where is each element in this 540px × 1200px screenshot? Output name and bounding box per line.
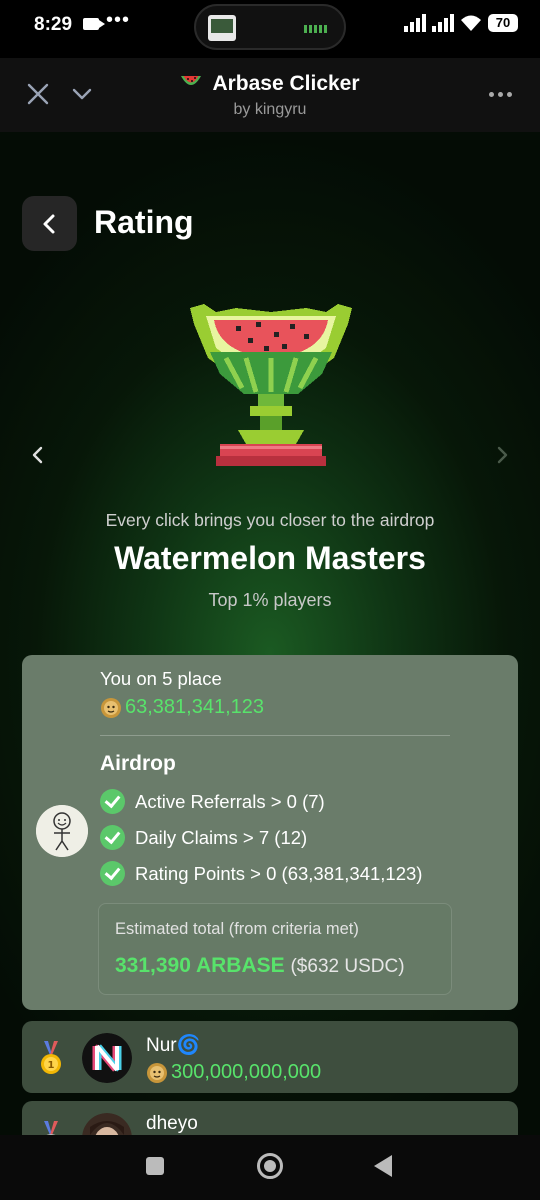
status-bar: 8:29 ••• 70: [0, 0, 540, 50]
divider: [100, 735, 450, 736]
criteria-label: Daily Claims > 7 (12): [135, 826, 308, 848]
criteria-item: Rating Points > 0 (63,381,341,123): [100, 861, 422, 886]
gold-medal-icon: 1: [41, 1041, 61, 1074]
league-subtitle: Top 1% players: [208, 590, 332, 610]
chevron-left-icon[interactable]: [30, 444, 46, 466]
check-circle-icon: [100, 789, 125, 814]
status-icons: 70: [404, 14, 518, 32]
check-circle-icon: [100, 825, 125, 850]
player-name: Nur🌀: [146, 1035, 201, 1056]
back-button[interactable]: [22, 196, 77, 251]
page-title: Rating: [94, 204, 194, 240]
chevron-left-icon: [43, 214, 55, 234]
app-subtitle: by kingyru: [233, 101, 307, 118]
watermelon-logo-icon: [181, 76, 202, 85]
player-name: dheyo: [146, 1113, 198, 1134]
silver-medal-icon: [44, 1121, 58, 1135]
estimate-box: Estimated total (from criteria met) 331,…: [98, 903, 452, 995]
estimate-label: Estimated total (from criteria met): [115, 920, 359, 938]
airdrop-heading: Airdrop: [100, 752, 176, 775]
rating-screen: Rating Every click brings you closer to …: [0, 132, 540, 1135]
criteria-label: Rating Points > 0 (63,381,341,123): [135, 862, 423, 884]
video-camera-icon: [83, 18, 105, 30]
recents-square-icon[interactable]: [146, 1157, 164, 1175]
app-title-row: Arbase Clicker: [0, 72, 540, 96]
chevron-right-icon[interactable]: [494, 444, 510, 466]
avatar: [82, 1113, 132, 1135]
estimate-value: 331,390 ARBASE ($632 USDC): [115, 954, 405, 978]
signal-icon: [432, 14, 454, 32]
criteria-item: Daily Claims > 7 (12): [100, 825, 307, 850]
dynamic-island[interactable]: [194, 4, 346, 50]
wifi-icon: [460, 14, 482, 32]
criteria-label: Active Referrals > 0 (7): [135, 790, 325, 812]
user-coins-value: 63,381,341,123: [125, 696, 265, 718]
system-nav-bar: [0, 1135, 540, 1200]
player-coins: 300,000,000,000: [146, 1061, 321, 1084]
user-rating-card: You on 5 place 63,381,341,123 Airdrop Ac…: [22, 655, 518, 1010]
more-dots-icon: •••: [106, 9, 131, 31]
stick-figure-avatar: [36, 805, 88, 857]
avatar: [82, 1033, 132, 1083]
watermelon-trophy-icon: [190, 304, 352, 466]
player-coins-value: 300,000,000,000: [171, 1061, 322, 1083]
status-time: 8:29: [34, 14, 73, 35]
audio-bars-icon: [304, 25, 328, 33]
league-tagline: Every click brings you closer to the air…: [105, 510, 435, 530]
estimate-usd: ($632 USDC): [290, 956, 405, 977]
monkey-coin-icon: [147, 1062, 167, 1083]
criteria-item: Active Referrals > 0 (7): [100, 789, 325, 814]
app-title: Arbase Clicker: [212, 72, 360, 95]
leaderboard-row[interactable]: dheyo: [22, 1101, 518, 1135]
media-thumbnail-icon: [208, 15, 236, 41]
svg-text:1: 1: [48, 1060, 55, 1071]
leaderboard-row[interactable]: 1 Nur🌀 300,000,000,000: [22, 1021, 518, 1093]
estimate-tokens: 331,390 ARBASE: [115, 954, 285, 977]
user-place: You on 5 place: [100, 668, 222, 689]
signal-icon: [404, 14, 426, 32]
league-name: Watermelon Masters: [114, 540, 426, 576]
check-circle-icon: [100, 861, 125, 886]
home-circle-icon[interactable]: [257, 1153, 283, 1179]
more-options-icon[interactable]: [489, 92, 512, 97]
monkey-coin-icon: [101, 697, 121, 718]
back-triangle-icon[interactable]: [374, 1155, 392, 1177]
app-header: Arbase Clicker by kingyru: [0, 58, 540, 132]
user-coins: 63,381,341,123: [100, 696, 264, 719]
battery-icon: 70: [488, 14, 518, 32]
